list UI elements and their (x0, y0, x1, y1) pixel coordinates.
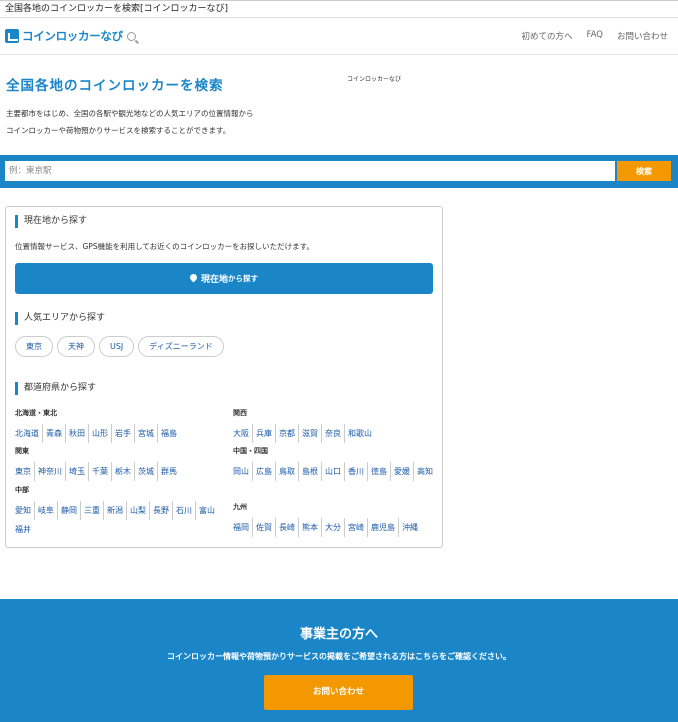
region-kyushu: 九州福岡 佐賀 長崎 熊本 大分 宮崎 鹿児島 沖縄 (233, 502, 438, 537)
prefecture-link[interactable]: 熊本 (299, 518, 322, 537)
prefecture-link[interactable]: 宮崎 (345, 518, 368, 537)
prefecture-link[interactable]: 香川 (345, 462, 368, 481)
section-heading-current-location: 現在地から探す (15, 215, 87, 228)
prefecture-link[interactable]: 埼玉 (66, 462, 89, 481)
region-chugoku-shikoku: 中国・四国岡山 広島 鳥取 島根 山口 香川 徳島 愛媛 高知 (233, 446, 438, 481)
area-chip-tenjin[interactable]: 天神 (57, 336, 95, 357)
search-input[interactable] (5, 161, 615, 181)
page-title: 全国各地のコインロッカーを検索 (6, 78, 224, 94)
hero-side-label: コインロッカーなび (347, 76, 402, 83)
prefecture-list: 福岡 佐賀 長崎 熊本 大分 宮崎 鹿児島 沖縄 (233, 518, 438, 537)
prefecture-link[interactable]: 京都 (276, 424, 299, 443)
prefecture-link[interactable]: 和歌山 (345, 424, 375, 443)
site-header: コインロッカーなび 初めての方へ FAQ お問い合わせ (0, 19, 678, 55)
prefecture-list: 大阪 兵庫 京都 滋賀 奈良 和歌山 (233, 424, 438, 443)
region-kanto: 関東東京 神奈川 埼玉 千葉 栃木 茨城 群馬 (15, 446, 220, 481)
prefecture-link[interactable]: 福岡 (233, 518, 253, 537)
region-name: 北海道・東北 (15, 409, 57, 417)
prefecture-link[interactable]: 滋賀 (299, 424, 322, 443)
nav-link-contact[interactable]: お問い合わせ (617, 30, 668, 42)
prefecture-link[interactable]: 群馬 (158, 462, 180, 481)
area-chip-disneyland[interactable]: ディズニーランド (138, 336, 224, 357)
section-heading-prefectures: 都道府県から探す (15, 382, 96, 395)
prefecture-link[interactable]: 山口 (322, 462, 345, 481)
prefecture-link[interactable]: 宮城 (135, 424, 158, 443)
prefecture-link[interactable]: 大分 (322, 518, 345, 537)
region-name: 関西 (233, 409, 247, 417)
prefecture-link[interactable]: 鹿児島 (368, 518, 399, 537)
site-logo[interactable]: コインロッカーなび (5, 28, 136, 44)
prefecture-link[interactable]: 大阪 (233, 424, 253, 443)
hero-description: 主要都市をはじめ、全国の各駅や観光地などの人気エリアの位置情報から コインロッカ… (6, 105, 306, 139)
logo-text: コインロッカーなび (22, 29, 123, 43)
current-location-button-main: 現在地 (200, 275, 228, 285)
business-description: コインロッカー情報や荷物預かりサービスの掲載をご希望される方はこちらをご確認くだ… (167, 652, 511, 661)
prefecture-link[interactable]: 北海道 (15, 424, 43, 443)
hero-desc-line: 主要都市をはじめ、全国の各駅や観光地などの人気エリアの位置情報から (6, 109, 254, 118)
locker-logo-icon (5, 29, 19, 43)
prefecture-link[interactable]: 長崎 (276, 518, 299, 537)
prefecture-link[interactable]: 島根 (299, 462, 322, 481)
prefecture-link[interactable]: 茨城 (135, 462, 158, 481)
prefecture-link[interactable]: 福島 (158, 424, 180, 443)
prefecture-link[interactable]: 静岡 (58, 501, 81, 520)
region-name: 九州 (233, 503, 247, 511)
prefecture-link[interactable]: 秋田 (66, 424, 89, 443)
nav-link-beginners[interactable]: 初めての方へ (522, 30, 573, 42)
prefecture-list: 北海道 青森 秋田 山形 岩手 宮城 福島 (15, 424, 220, 443)
prefecture-link[interactable]: 栃木 (112, 462, 135, 481)
business-owner-section: 事業主の方へ コインロッカー情報や荷物預かりサービスの掲載をご希望される方はこち… (0, 599, 678, 722)
location-pin-icon (190, 274, 197, 283)
prefecture-list: 岡山 広島 鳥取 島根 山口 香川 徳島 愛媛 高知 (233, 462, 438, 481)
prefecture-link[interactable]: 岐阜 (35, 501, 58, 520)
prefecture-link[interactable]: 福井 (15, 520, 34, 539)
prefecture-link[interactable]: 長野 (150, 501, 173, 520)
region-kansai: 関西大阪 兵庫 京都 滋賀 奈良 和歌山 (233, 408, 438, 443)
prefecture-link[interactable]: 奈良 (322, 424, 345, 443)
prefecture-link[interactable]: 石川 (173, 501, 196, 520)
hero-desc-line: コインロッカーや荷物預かりサービスを検索することができます。 (6, 126, 231, 135)
section-heading-popular-areas: 人気エリアから探す (15, 312, 105, 325)
contact-button[interactable]: お問い合わせ (264, 675, 413, 710)
prefecture-link[interactable]: 新潟 (104, 501, 127, 520)
prefecture-link[interactable]: 愛媛 (391, 462, 414, 481)
prefecture-link[interactable]: 広島 (253, 462, 276, 481)
search-button[interactable]: 検索 (617, 161, 671, 181)
prefecture-link[interactable]: 高知 (414, 462, 436, 481)
prefecture-link[interactable]: 鳥取 (276, 462, 299, 481)
prefecture-list: 愛知 岐阜 静岡 三重 新潟 山梨 長野 石川 富山福井 (15, 501, 220, 539)
prefecture-link[interactable]: 兵庫 (253, 424, 276, 443)
prefecture-link[interactable]: 山梨 (127, 501, 150, 520)
prefecture-link[interactable]: 神奈川 (35, 462, 66, 481)
prefecture-list: 東京 神奈川 埼玉 千葉 栃木 茨城 群馬 (15, 462, 220, 481)
prefecture-link[interactable]: 岩手 (112, 424, 135, 443)
region-chubu: 中部愛知 岐阜 静岡 三重 新潟 山梨 長野 石川 富山福井 (15, 485, 220, 539)
prefecture-link[interactable]: 佐賀 (253, 518, 276, 537)
region-name: 中部 (15, 486, 29, 494)
popular-area-chips: 東京 天神 USJ ディズニーランド (15, 336, 224, 357)
prefecture-link[interactable]: 徳島 (368, 462, 391, 481)
window-title: 全国各地のコインロッカーを検索[コインロッカーなび] (0, 0, 678, 18)
region-hokkaido-tohoku: 北海道・東北北海道 青森 秋田 山形 岩手 宮城 福島 (15, 408, 220, 443)
current-location-button-sub: から探す (228, 274, 258, 283)
prefecture-link[interactable]: 富山 (196, 501, 218, 520)
prefecture-link[interactable]: 東京 (15, 462, 35, 481)
prefecture-link[interactable]: 山形 (89, 424, 112, 443)
header-nav: 初めての方へ FAQ お問い合わせ (522, 30, 669, 42)
prefecture-link[interactable]: 沖縄 (399, 518, 421, 537)
prefecture-link[interactable]: 岡山 (233, 462, 253, 481)
region-name: 関東 (15, 447, 29, 455)
prefecture-link[interactable]: 千葉 (89, 462, 112, 481)
prefecture-link[interactable]: 三重 (81, 501, 104, 520)
current-location-description: 位置情報サービス、GPS機能を利用してお近くのコインロッカーをお探しいただけます… (15, 242, 314, 251)
search-icon (126, 31, 136, 41)
area-chip-tokyo[interactable]: 東京 (15, 336, 53, 357)
current-location-button[interactable]: 現在地 から探す (15, 263, 433, 294)
prefecture-link[interactable]: 愛知 (15, 501, 35, 520)
nav-link-faq[interactable]: FAQ (587, 30, 603, 42)
business-title: 事業主の方へ (299, 627, 378, 642)
prefecture-link[interactable]: 青森 (43, 424, 66, 443)
region-name: 中国・四国 (233, 447, 268, 455)
area-chip-usj[interactable]: USJ (99, 336, 135, 357)
